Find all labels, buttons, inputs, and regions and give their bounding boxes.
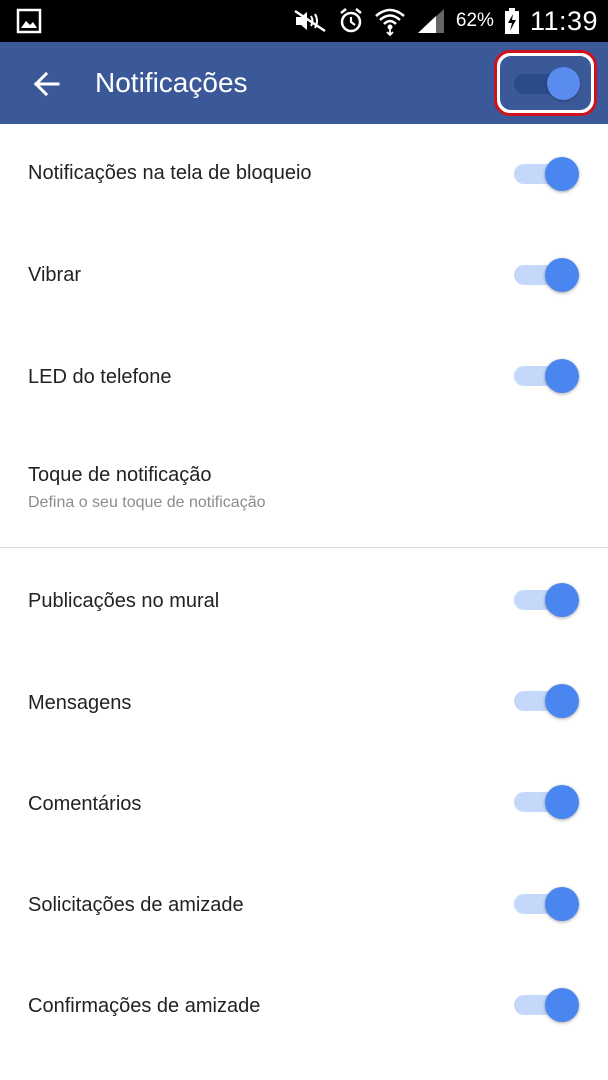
setting-row-wall-posts[interactable]: Publicações no mural (0, 548, 608, 650)
clock: 11:39 (529, 5, 598, 36)
setting-label: Notificações na tela de bloqueio (28, 162, 312, 184)
setting-row-led[interactable]: LED do telefone (0, 327, 608, 428)
setting-row-friend-confirmations[interactable]: Confirmações de amizade (0, 953, 608, 1054)
setting-label: Toque de notificação (28, 464, 212, 486)
messages-toggle[interactable] (512, 681, 580, 721)
mute-icon (294, 9, 326, 33)
status-bar: 62% 11:39 (0, 0, 608, 42)
comments-toggle[interactable] (512, 782, 580, 822)
setting-label: Comentários (28, 793, 142, 815)
master-notifications-toggle[interactable] (512, 63, 580, 103)
signal-icon (417, 9, 444, 33)
led-toggle[interactable] (512, 356, 580, 396)
setting-row-ringtone[interactable]: Toque de notificação Defina o seu toque … (0, 428, 608, 547)
setting-row-lock-screen[interactable]: Notificações na tela de bloqueio (0, 124, 608, 226)
setting-label: Confirmações de amizade (28, 995, 261, 1017)
wifi-icon (375, 8, 405, 36)
setting-label: Mensagens (28, 692, 132, 714)
battery-percent: 62% (455, 10, 494, 31)
setting-row-vibrate[interactable]: Vibrar (0, 226, 608, 327)
setting-label: LED do telefone (28, 366, 172, 388)
setting-label: Vibrar (28, 264, 81, 286)
wall-posts-toggle[interactable] (512, 580, 580, 620)
battery-charging-icon (504, 8, 519, 34)
setting-row-messages[interactable]: Mensagens (0, 650, 608, 751)
setting-label: Publicações no mural (28, 590, 220, 612)
back-arrow-icon[interactable] (32, 69, 62, 99)
app-bar: Notificações (0, 42, 608, 124)
alarm-icon (340, 8, 362, 33)
setting-label: Solicitações de amizade (28, 894, 244, 916)
vibrate-toggle[interactable] (512, 255, 580, 295)
gallery-icon (16, 8, 42, 34)
setting-sublabel: Defina o seu toque de notificação (28, 494, 266, 511)
friend-requests-toggle[interactable] (512, 884, 580, 924)
setting-row-comments[interactable]: Comentários (0, 751, 608, 852)
lock-screen-toggle[interactable] (512, 154, 580, 194)
friend-confirmations-toggle[interactable] (512, 985, 580, 1025)
setting-row-friend-requests[interactable]: Solicitações de amizade (0, 852, 608, 953)
page-title: Notificações (95, 67, 248, 98)
